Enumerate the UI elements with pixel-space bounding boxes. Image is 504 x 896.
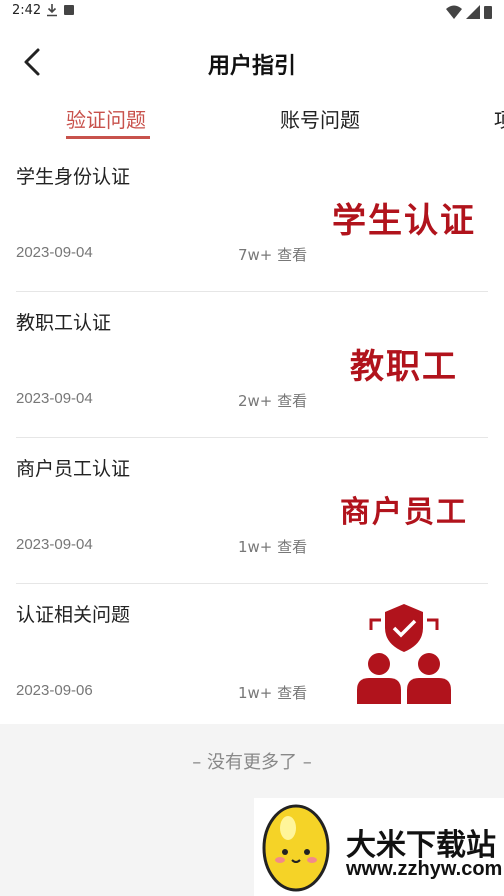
guide-list: 学生身份认证 2023-09-04 7w+ 查看 学生认证 教职工认证 2023… xyxy=(0,146,504,724)
app-header: 用户指引 xyxy=(0,24,504,100)
wifi-icon xyxy=(446,5,462,19)
thumbnail-text: 学生认证 xyxy=(332,200,476,241)
signal-icon xyxy=(466,5,480,19)
tab-account[interactable]: 账号问题 xyxy=(280,104,360,133)
watermark: 大米下载站 www.zzhyw.com xyxy=(254,798,504,896)
tab-more[interactable]: 项 xyxy=(494,104,504,133)
download-icon xyxy=(47,4,57,17)
battery-icon xyxy=(484,6,492,19)
list-item[interactable]: 商户员工认证 2023-09-04 1w+ 查看 商户员工 xyxy=(16,438,488,584)
item-date: 2023-09-04 xyxy=(16,536,93,553)
tab-indicator xyxy=(66,136,150,139)
item-date: 2023-09-04 xyxy=(16,390,93,407)
tab-bar: 验证问题 账号问题 项 xyxy=(0,100,504,146)
item-title: 学生身份认证 xyxy=(16,166,131,188)
list-item[interactable]: 认证相关问题 2023-09-06 1w+ 查看 xyxy=(16,584,488,730)
item-title: 商户员工认证 xyxy=(16,458,131,480)
item-title: 认证相关问题 xyxy=(16,604,131,626)
item-date: 2023-09-06 xyxy=(16,682,93,699)
item-thumbnail: 学生认证 xyxy=(324,190,484,244)
item-thumbnail xyxy=(324,600,484,704)
status-time: 2:42 xyxy=(12,3,42,18)
status-bar: 2:42 xyxy=(0,0,504,24)
watermark-url: www.zzhyw.com xyxy=(346,858,503,880)
item-title: 教职工认证 xyxy=(16,312,112,334)
status-icons xyxy=(446,5,492,19)
item-views: 1w+ 查看 xyxy=(238,538,308,556)
item-views: 7w+ 查看 xyxy=(238,246,308,264)
users-shield-icon xyxy=(357,604,451,704)
tab-verification[interactable]: 验证问题 xyxy=(66,104,146,133)
page-title: 用户指引 xyxy=(207,54,296,79)
notification-icon xyxy=(64,5,74,15)
item-views: 2w+ 查看 xyxy=(238,392,308,410)
item-views: 1w+ 查看 xyxy=(238,684,308,702)
item-thumbnail: 教职工 xyxy=(324,336,484,390)
no-more-label: – 没有更多了 – xyxy=(192,752,312,773)
list-item[interactable]: 教职工认证 2023-09-04 2w+ 查看 教职工 xyxy=(16,292,488,438)
item-date: 2023-09-04 xyxy=(16,244,93,261)
item-thumbnail: 商户员工 xyxy=(324,482,484,536)
mascot-egg-icon xyxy=(262,804,330,892)
list-item[interactable]: 学生身份认证 2023-09-04 7w+ 查看 学生认证 xyxy=(16,146,488,292)
thumbnail-text: 教职工 xyxy=(350,346,458,387)
thumbnail-text: 商户员工 xyxy=(340,495,468,530)
